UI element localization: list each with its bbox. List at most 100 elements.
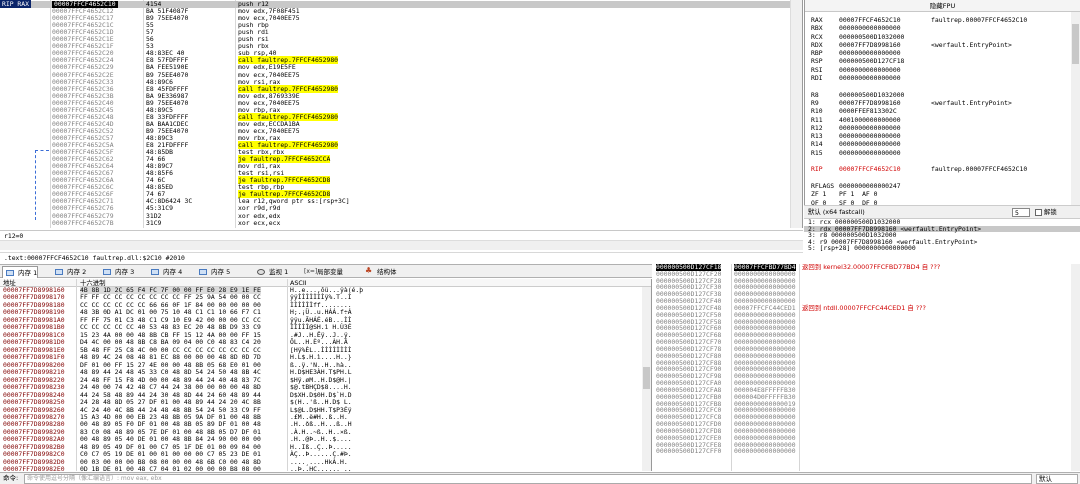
tab-3[interactable]: 内存 3 [100, 266, 134, 278]
disasm-row[interactable]: 00007FFCF4652C12 BA 51F4087F mov edx,7F08F… [0, 8, 802, 15]
tab-8[interactable]: ♣ 结构体 [362, 266, 397, 278]
disasm-row[interactable]: 00007FFCF4652C29 BA FEE5190E mov edx,E19E5… [0, 64, 802, 71]
register-value[interactable]: 0000FFEF813302C [839, 107, 897, 115]
memory-dump-view[interactable]: 地址 十六进制 ASCII 00007FF7D8998160 4B 8B 1D 2… [0, 279, 652, 471]
register-row[interactable]: RBX 0000000000000000 [809, 24, 1067, 32]
disasm-row[interactable]: 00007FFCF4652C33 48:89C6 mov rsi,rax [0, 78, 802, 86]
disasm-row[interactable]: 00007FFCF4652C17 B9 75EE4070 mov ecx,7040E… [0, 15, 802, 22]
disasm-row[interactable]: 00007FFCF4652C20 48:83EC 40 sub rsp,40 [0, 50, 802, 57]
unlock-checkbox[interactable] [1035, 209, 1042, 216]
register-value[interactable]: 0000000000000000 [839, 132, 901, 140]
register-value[interactable]: 4001000000000000 [839, 116, 901, 124]
disasm-row[interactable]: 00007FFCF4652C1E 56 push rsi [0, 36, 802, 43]
register-row[interactable]: RDI 0000000000000000 [809, 74, 1067, 82]
register-value[interactable]: 00007FFCF4652C10 [839, 165, 901, 173]
command-input[interactable]: 命令使用逗号分隔（像汇编语言）: mov eax, ebx [24, 474, 1032, 484]
argument-row[interactable]: 5: [rsp+28] 0000000000000000 [804, 245, 1080, 252]
register-row[interactable]: RFLAGS 0000000000000247 [809, 182, 1067, 190]
register-value[interactable]: 0000000000000000 [839, 149, 901, 157]
tab-5[interactable]: 内存 5 [196, 266, 230, 278]
disasm-row[interactable]: 00007FFCF4652C1D 57 push rdi [0, 29, 802, 36]
register-row[interactable]: R10 0000FFEF813302C [809, 107, 1067, 115]
disasm-row[interactable]: 00007FFCF4652C40 B9 75EE4070 mov ecx,7040E… [0, 99, 802, 107]
tab-7[interactable]: [x=] 局部变量 [302, 266, 343, 278]
tab-4[interactable]: 内存 4 [148, 266, 182, 278]
disasm-row[interactable]: 00007FFCF4652C10 4154 push r12 [0, 1, 802, 8]
disasm-row[interactable]: 00007FFCF4652C45 48:89C5 mov rbp,rax [0, 106, 802, 114]
disasm-row[interactable]: 00007FFCF4652C48 E8 33FDFFFF call faultrep… [0, 112, 802, 121]
disasm-row[interactable]: 00007FFCF4652C71 4C:8D6424 3C lea r12,qwor… [0, 198, 802, 205]
disasm-row[interactable]: 00007FFCF4652C76 45:31C9 xor r9d,r9d [0, 205, 802, 212]
disasm-row[interactable]: 00007FFCF4652C5A E8 21FDFFFF call faultrep… [0, 141, 802, 149]
register-value[interactable]: 0000000000000000 [839, 124, 901, 132]
register-value[interactable]: 000000500D1032000 [839, 33, 904, 41]
disasm-row[interactable]: 00007FFCF4652C79 31D2 xor edx,edx [0, 212, 802, 220]
disassembly-view[interactable]: 00007FFCF4652C10 4154 push r12 00007FFCF465… [0, 0, 803, 228]
register-value[interactable]: 00007FFCF4652C10 [839, 16, 901, 24]
register-value[interactable]: 0000000000000000 [839, 140, 901, 148]
stack-view[interactable]: 000000500D127CF18 00007FFCFBD77BD4 返回到 ker… [654, 264, 1080, 471]
hide-fpu-toggle[interactable]: 隐藏FPU [805, 0, 1080, 12]
disasm-row[interactable]: 00007FFCF4652C1C 55 push rbp [0, 22, 802, 29]
stack-scrollbar[interactable] [1071, 264, 1080, 471]
command-mode-select[interactable]: 默认 [1036, 474, 1078, 484]
register-row[interactable]: RCX 000000500D1032000 [809, 33, 1067, 41]
disasm-row[interactable]: 00007FFCF4652C52 B9 75EE4070 mov ecx,7040E… [0, 127, 802, 135]
register-row[interactable]: R14 0000000000000000 [809, 140, 1067, 148]
register-row[interactable]: ZF 1 PF 1 AF 0 [809, 190, 1067, 198]
tab-6[interactable]: 监视 1 [254, 266, 288, 278]
calling-convention-select[interactable]: 默认 (x64 fastcall) [808, 206, 865, 218]
register-value[interactable]: 0000000000000000 [839, 74, 901, 82]
register-row[interactable]: RSP 000000500D127CF18 [809, 57, 1067, 65]
dump-row[interactable]: 00007FF7D89982E0 0D 1B DE 01 00 48 C7 04 … [0, 465, 651, 471]
register-row[interactable] [809, 174, 1067, 182]
arg-count-spinner[interactable]: 5 [1012, 208, 1030, 217]
register-row[interactable]: RDX 00007FF7D8998160 <werfault.EntryPoint> [809, 41, 1067, 49]
disasm-row[interactable]: 00007FFCF4652C1F 53 push rbx [0, 43, 802, 50]
disasm-row[interactable]: 00007FFCF4652C4D BA BAA1CDEC mov edx,ECCDA… [0, 120, 802, 128]
disasm-row[interactable]: 00007FFCF4652C67 48:85F6 test rsi,rsi [0, 170, 802, 177]
register-row[interactable]: R9 00007FF7D8998160 <werfault.EntryPoint> [809, 99, 1067, 107]
register-value[interactable]: PF 1 AF 0 [839, 190, 877, 198]
register-row[interactable] [809, 82, 1067, 90]
register-value[interactable]: 000000500D1032000 [839, 91, 904, 99]
dump-scrollbar[interactable] [642, 287, 651, 471]
disassembly-hscrollbar[interactable] [0, 240, 803, 250]
tab-2[interactable]: 内存 2 [52, 266, 86, 278]
stack-row[interactable]: 000000500D127CFF0 0000000000000000 [654, 448, 1080, 455]
registers-scrollbar[interactable] [1071, 12, 1080, 205]
disasm-row[interactable]: 00007FFCF4652C3B BA 9E336987 mov edx,87693… [0, 92, 802, 100]
disasm-row[interactable]: 00007FFCF4652C6F 74 67 je faultrep.7FFCF46… [0, 190, 802, 199]
register-row[interactable]: R15 0000000000000000 [809, 149, 1067, 157]
disasm-row[interactable]: 00007FFCF4652C6C 48:85ED test rbp,rbp [0, 184, 802, 191]
register-value[interactable]: 000000500D127CF18 [839, 57, 904, 65]
disasm-row[interactable]: 00007FFCF4652C24 E8 57FDFFFF call faultrep… [0, 56, 802, 65]
disasm-row[interactable]: 00007FFCF4652C5F 48:85DB test rbx,rbx [0, 149, 802, 156]
arguments-list[interactable]: 1: rcx 000000500D1032000 2: rdx 00007FF7D… [804, 218, 1080, 252]
disasm-row[interactable]: 00007FFCF4652C57 48:89C3 mov rbx,rax [0, 134, 802, 142]
register-row[interactable]: RBP 0000000000000000 [809, 49, 1067, 57]
register-row[interactable] [809, 157, 1067, 165]
register-row[interactable]: R8 000000500D1032000 [809, 91, 1067, 99]
register-value[interactable]: 00007FF7D8998160 [839, 41, 901, 49]
dump-hex[interactable]: 0D 1B DE 01 00 48 C7 04 01 02 00 00 00 B… [80, 465, 261, 471]
disasm-row[interactable]: 00007FFCF4652C6A 74 6C je faultrep.7FFCF46… [0, 176, 802, 185]
register-row[interactable]: R12 0000000000000000 [809, 124, 1067, 132]
disasm-row[interactable]: 00007FFCF4652C7B 31C9 xor ecx,ecx [0, 219, 802, 227]
register-row[interactable]: RAX 00007FFCF4652C10 faultrep.00007FFCF465… [809, 16, 1067, 24]
register-value[interactable]: 0000000000000000 [839, 66, 901, 74]
register-value[interactable]: 00007FF7D8998160 [839, 99, 901, 107]
tab-1[interactable]: 内存 1 [2, 266, 39, 278]
disasm-row[interactable]: 00007FFCF4652C62 74 66 je faultrep.7FFCF46… [0, 155, 802, 164]
disasm-row[interactable]: 00007FFCF4652C64 48:89C7 mov rdi,rax [0, 163, 802, 170]
register-row[interactable]: RSI 0000000000000000 [809, 66, 1067, 74]
register-value[interactable]: 0000000000000000 [839, 24, 901, 32]
disassembly-scrollbar[interactable] [790, 0, 802, 228]
register-row[interactable]: R11 4001000000000000 [809, 116, 1067, 124]
disasm-row[interactable]: 00007FFCF4652C2E B9 75EE4070 mov ecx,7040E… [0, 71, 802, 79]
disasm-row[interactable]: 00007FFCF4652C36 E8 45FDFFFF call faultrep… [0, 84, 802, 93]
register-row[interactable]: RIP 00007FFCF4652C10 faultrep.00007FFCF465… [809, 165, 1067, 173]
register-value[interactable]: 0000000000000247 [839, 182, 901, 190]
register-row[interactable]: R13 0000000000000000 [809, 132, 1067, 140]
register-value[interactable]: 0000000000000000 [839, 49, 901, 57]
